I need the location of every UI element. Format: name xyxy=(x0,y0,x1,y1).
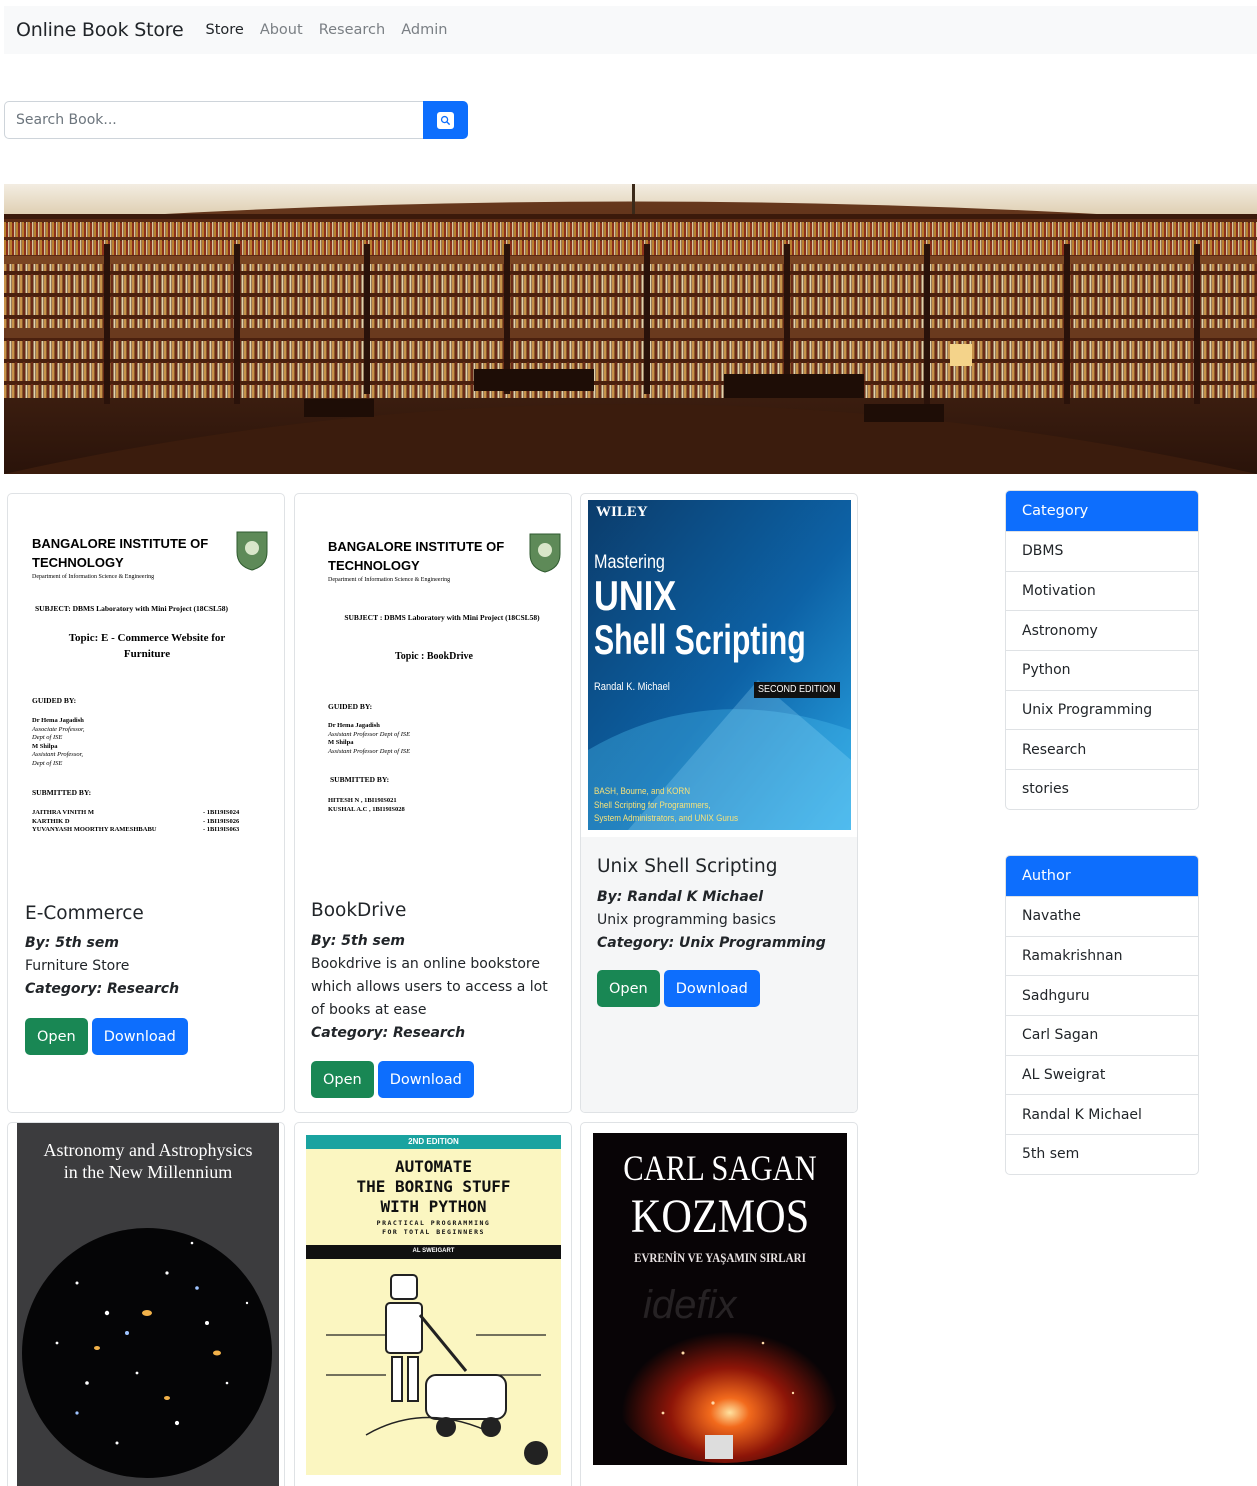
download-button[interactable]: Download xyxy=(663,970,760,1007)
cover-blurb: BASH, Bourne, and KORN Shell Scripting f… xyxy=(594,786,739,824)
book-card: BANGALORE INSTITUTE OF TECHNOLOGY Depart… xyxy=(294,493,572,1113)
category-item[interactable]: DBMS xyxy=(1006,531,1198,571)
cover-line2: UNIX xyxy=(594,572,677,619)
category-item[interactable]: stories xyxy=(1006,769,1198,809)
category-item[interactable]: Research xyxy=(1006,729,1198,769)
book-category: Category: Research xyxy=(25,981,180,997)
cover-institution: BANGALORE INSTITUTE OF TECHNOLOGY xyxy=(328,539,505,573)
cover-edition: 2ND EDITION xyxy=(408,1137,459,1146)
cover-topic: Topic: E - Commerce Website for Furnitur… xyxy=(68,632,226,660)
cover-guided-by: GUIDED BY: xyxy=(32,696,77,705)
book-cover-image: BANGALORE INSTITUTE OF TECHNOLOGY Depart… xyxy=(304,512,562,852)
author-item[interactable]: Navathe xyxy=(1006,896,1198,936)
nav-link-about[interactable]: About xyxy=(260,22,303,38)
download-button[interactable]: Download xyxy=(91,1018,188,1055)
book-card: Astronomy and Astrophysics in the New Mi… xyxy=(7,1122,285,1486)
open-button[interactable]: Open xyxy=(311,1061,374,1098)
author-item[interactable]: Randal K Michael xyxy=(1006,1094,1198,1134)
book-cover-image: Astronomy and Astrophysics in the New Mi… xyxy=(17,1123,279,1486)
cover-author: CARL SAGAN xyxy=(623,1148,817,1188)
book-author: By: 5th sem xyxy=(311,933,405,949)
book-card: WILEY Mastering UNIX Shell Scripting Ran… xyxy=(580,493,858,1113)
navbar: Online Book Store Store About Research A… xyxy=(4,6,1257,54)
cover-institution: BANGALORE INSTITUTE OF TECHNOLOGY xyxy=(32,536,209,570)
author-item[interactable]: Ramakrishnan xyxy=(1006,935,1198,976)
cover-edition: SECOND EDITION xyxy=(758,684,836,695)
cover-submitted-by: SUBMITTED BY: xyxy=(330,775,390,784)
category-item[interactable]: Python xyxy=(1006,650,1198,690)
author-item[interactable]: Carl Sagan xyxy=(1006,1015,1198,1055)
book-cover-image: CARL SAGAN KOZMOS EVRENİN VE YAŞAMIN SIR… xyxy=(593,1133,847,1465)
cover-students: HITESH N , 1BI19IS021 KUSHAL A.C , 1BI19… xyxy=(328,797,405,813)
book-cover-image: WILEY Mastering UNIX Shell Scripting Ran… xyxy=(588,500,851,830)
book-title: BookDrive xyxy=(311,900,407,921)
cover-subtitle: PRACTICAL PROGRAMMING FOR TOTAL BEGINNER… xyxy=(376,1219,491,1236)
book-cover-image: BANGALORE INSTITUTE OF TECHNOLOGY Depart… xyxy=(17,512,275,852)
cover-subtitle: EVRENİN VE YAŞAMIN SIRLARI xyxy=(634,1250,806,1265)
category-item[interactable]: Astronomy xyxy=(1006,610,1198,650)
book-description: Unix programming basics xyxy=(597,912,776,928)
cover-students: JAITHRA VINITH M KARTHIK D YUVANYASH MOO… xyxy=(32,809,157,833)
open-button[interactable]: Open xyxy=(597,970,660,1007)
book-cover-image: 2ND EDITION AUTOMATE THE BORING STUFF WI… xyxy=(306,1135,561,1475)
cover-watermark: idefix xyxy=(643,1283,737,1327)
cover-topic: Topic : BookDrive xyxy=(395,651,473,662)
library-banner-image xyxy=(4,184,1257,474)
author-item[interactable]: AL Sweigrat xyxy=(1006,1054,1198,1095)
cover-usns: - 1BI19IS024 - 1BI19IS026 - 1BI19IS063 xyxy=(203,809,240,833)
search-icon xyxy=(437,111,454,129)
book-author: By: Randal K Michael xyxy=(597,889,764,905)
cover-subject: SUBJECT: DBMS Laboratory with Mini Proje… xyxy=(35,604,229,613)
category-list: Category DBMS Motivation Astronomy Pytho… xyxy=(1005,490,1199,810)
author-list: Author Navathe Ramakrishnan Sadhguru Car… xyxy=(1005,855,1199,1175)
cover-subject: SUBJECT : DBMS Laboratory with Mini Proj… xyxy=(344,613,540,622)
book-card: CARL SAGAN KOZMOS EVRENİN VE YAŞAMIN SIR… xyxy=(580,1122,858,1486)
emblem-icon xyxy=(529,533,561,573)
cover-guides: Dr Hema Jagadish Assistant Professor Dep… xyxy=(328,722,411,755)
open-button[interactable]: Open xyxy=(25,1018,88,1055)
cover-author: Randal K. Michael xyxy=(594,681,670,693)
cover-line3: Shell Scripting xyxy=(594,616,806,663)
download-button[interactable]: Download xyxy=(377,1061,474,1098)
cover-title: KOZMOS xyxy=(630,1190,810,1243)
cover-guided-by: GUIDED BY: xyxy=(328,702,373,711)
category-item[interactable]: Unix Programming xyxy=(1006,689,1198,730)
book-title: Unix Shell Scripting xyxy=(597,856,778,877)
cover-author: AL SWEIGART xyxy=(412,1248,455,1254)
cover-submitted-by: SUBMITTED BY: xyxy=(32,788,92,797)
book-category: Category: Unix Programming xyxy=(597,935,826,951)
book-category: Category: Research xyxy=(311,1025,466,1041)
book-description: Bookdrive is an online bookstore which a… xyxy=(311,956,548,1018)
author-item[interactable]: 5th sem xyxy=(1006,1134,1198,1174)
cover-title: Astronomy and Astrophysics in the New Mi… xyxy=(43,1140,253,1182)
nav-link-admin[interactable]: Admin xyxy=(401,22,447,38)
cover-title: AUTOMATE THE BORING STUFF WITH PYTHON xyxy=(356,1157,511,1216)
nav-link-store[interactable]: Store xyxy=(205,22,243,38)
book-meta: By: 5th sem Furniture Store Category: Re… xyxy=(25,932,275,1001)
search-form xyxy=(4,101,468,139)
author-list-header: Author xyxy=(1006,856,1198,896)
book-author: By: 5th sem xyxy=(25,935,119,951)
category-item[interactable]: Motivation xyxy=(1006,570,1198,611)
book-meta: By: 5th sem Bookdrive is an online books… xyxy=(311,930,561,1045)
cover-department: Department of Information Science & Engi… xyxy=(32,574,155,580)
emblem-icon xyxy=(236,531,268,571)
cover-publisher: WILEY xyxy=(596,504,648,520)
book-description: Furniture Store xyxy=(25,958,130,974)
category-list-header: Category xyxy=(1006,491,1198,531)
cover-line1: Mastering xyxy=(594,552,665,573)
cover-guides: Dr Hema Jagadish Associate Professor, De… xyxy=(32,717,85,767)
search-input[interactable] xyxy=(4,101,423,139)
author-item[interactable]: Sadhguru xyxy=(1006,975,1198,1015)
search-button[interactable] xyxy=(423,101,468,139)
nav-link-research[interactable]: Research xyxy=(319,22,386,38)
book-title: E-Commerce xyxy=(25,903,144,924)
book-meta: By: Randal K Michael Unix programming ba… xyxy=(597,886,852,955)
book-card: 2ND EDITION AUTOMATE THE BORING STUFF WI… xyxy=(294,1122,572,1486)
cover-department: Department of Information Science & Engi… xyxy=(328,577,451,583)
book-card: BANGALORE INSTITUTE OF TECHNOLOGY Depart… xyxy=(7,493,285,1113)
navbar-brand[interactable]: Online Book Store xyxy=(16,19,184,41)
